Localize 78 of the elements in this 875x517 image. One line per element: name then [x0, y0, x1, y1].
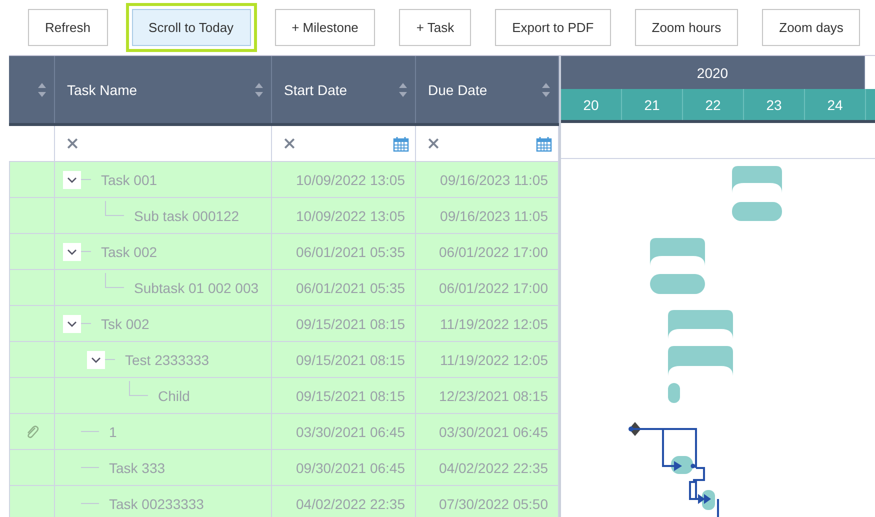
attachment-cell: [9, 198, 55, 233]
start-date: 03/30/2021 06:45: [296, 424, 405, 440]
sort-icon: [399, 82, 407, 96]
start-date: 06/01/2021 05:35: [296, 244, 405, 260]
day-label: 20: [583, 96, 599, 112]
chevron-icon: [67, 320, 77, 326]
due-date: 06/01/2022 17:00: [439, 280, 548, 296]
chevron-icon: [67, 176, 77, 182]
day-label: 24: [827, 96, 843, 112]
attachment-cell: [9, 306, 55, 341]
toolbar-button[interactable]: Zoom days: [762, 9, 860, 46]
calendar-icon[interactable]: [536, 136, 552, 152]
sort-icon: [542, 82, 550, 96]
start-date: 09/15/2021 08:15: [296, 316, 405, 332]
tree-connector: [81, 251, 91, 252]
toolbar-button[interactable]: Refresh: [28, 9, 108, 46]
due-date: 09/16/2023 11:05: [440, 172, 548, 188]
start-date: 09/15/2021 08:15: [296, 388, 405, 404]
tree-connector: [105, 201, 124, 216]
tree-connector: [105, 273, 124, 288]
due-date: 11/19/2022 12:05: [440, 316, 548, 332]
attachment-cell: [9, 342, 55, 377]
collapse-toggle[interactable]: [63, 170, 81, 188]
task-name: Test 2333333: [125, 352, 210, 368]
sort-icon: [255, 82, 263, 96]
tree-connector: [81, 179, 91, 180]
year-label: 2020: [696, 64, 728, 80]
due-date: 04/02/2022 22:35: [439, 460, 548, 476]
task-name: Task 00233333: [109, 496, 204, 512]
clear-filter-icon[interactable]: [67, 138, 78, 149]
task-name: Sub task 000122: [134, 208, 240, 224]
attachment-cell: [9, 270, 55, 305]
due-date: 12/23/2021 08:15: [439, 388, 548, 404]
column-header[interactable]: Start Date: [284, 82, 348, 98]
due-date: 09/16/2023 11:05: [440, 208, 548, 224]
toolbar-button[interactable]: + Task: [399, 9, 472, 46]
toolbar-button[interactable]: Scroll to Today: [132, 9, 251, 46]
start-date: 09/15/2021 08:15: [296, 352, 405, 368]
start-date: 09/30/2021 06:45: [296, 460, 405, 476]
attachment-cell: [9, 450, 55, 485]
chevron-icon: [91, 356, 101, 362]
attachment-cell: [9, 378, 55, 413]
collapse-toggle[interactable]: [87, 350, 105, 368]
task-name: Subtask 01 002 003: [134, 280, 259, 296]
start-date: 04/02/2022 22:35: [296, 496, 405, 512]
toolbar-button[interactable]: Zoom hours: [634, 9, 738, 46]
start-date: 06/01/2021 05:35: [296, 280, 405, 296]
task-name: Task 333: [109, 460, 166, 476]
day-label: 21: [644, 96, 660, 112]
task-name: Tsk 002: [101, 316, 150, 332]
start-date: 10/09/2022 13:05: [296, 208, 405, 224]
sort-icon: [38, 82, 46, 96]
column-header[interactable]: Task Name: [67, 82, 138, 98]
tree-connector: [105, 359, 115, 360]
task-name: Task 002: [101, 244, 158, 260]
toolbar-button[interactable]: Export to PDF: [495, 9, 611, 46]
column-header[interactable]: Due Date: [428, 82, 488, 98]
toolbar-button[interactable]: + Milestone: [274, 9, 376, 46]
due-date: 03/30/2021 06:45: [439, 424, 548, 440]
start-date: 10/09/2022 13:05: [296, 172, 405, 188]
attachment-cell: [9, 234, 55, 269]
due-date: 07/30/2022 05:50: [439, 496, 548, 512]
day-label: 23: [766, 96, 782, 112]
clear-filter-icon[interactable]: [428, 138, 439, 149]
collapse-toggle[interactable]: [63, 314, 81, 332]
task-name: 1: [109, 424, 117, 440]
tree-connector: [129, 381, 148, 396]
collapse-toggle[interactable]: [63, 242, 81, 260]
tree-connector: [81, 323, 91, 324]
due-date: 06/01/2022 17:00: [439, 244, 548, 260]
chevron-icon: [67, 248, 77, 254]
clear-filter-icon[interactable]: [284, 138, 295, 149]
task-name: Child: [158, 388, 190, 404]
calendar-icon[interactable]: [393, 136, 409, 152]
day-label: 22: [705, 96, 721, 112]
due-date: 11/19/2022 12:05: [440, 352, 548, 368]
attachment-cell: [9, 486, 55, 517]
task-name: Task 001: [101, 172, 158, 188]
